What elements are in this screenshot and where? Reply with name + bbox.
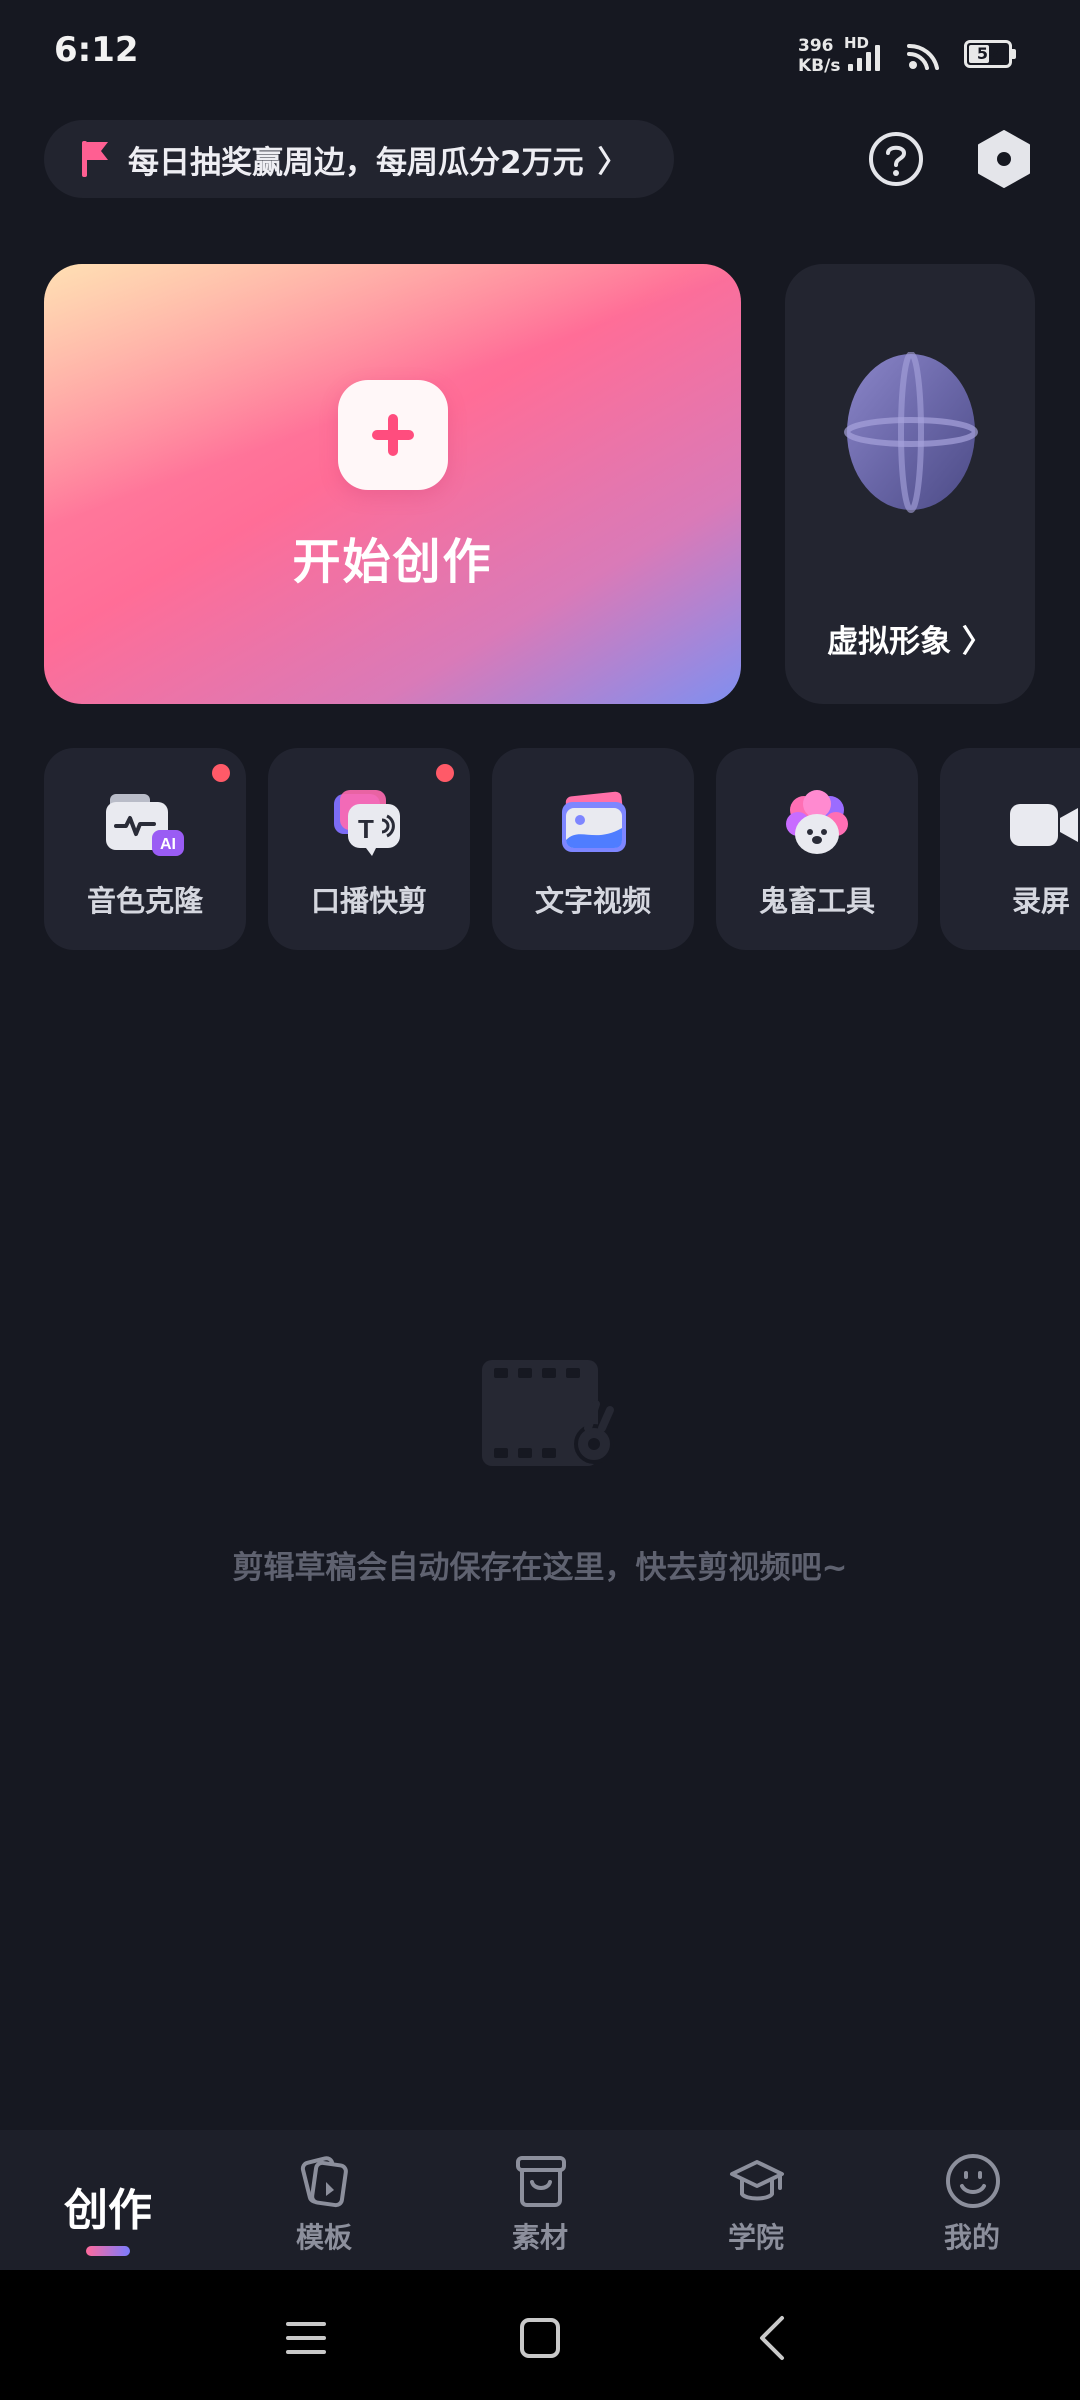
notification-dot: [212, 764, 230, 782]
active-indicator: [86, 2246, 130, 2256]
nav-templates[interactable]: 模板: [216, 2130, 432, 2270]
tool-label: 文字视频: [534, 884, 651, 918]
nav-profile[interactable]: 我的: [864, 2130, 1080, 2270]
svg-text:AI: AI: [160, 836, 176, 853]
virtual-avatar-card[interactable]: 虚拟形象 〉: [785, 264, 1035, 704]
settings-icon[interactable]: [974, 128, 1034, 190]
promo-banner[interactable]: 每日抽奖赢周边，每周瓜分2万元 〉: [44, 120, 674, 198]
voice-clone-icon: AI: [106, 794, 184, 856]
empty-drafts-text: 剪辑草稿会自动保存在这里，快去剪视频吧~: [232, 1550, 848, 1586]
virtual-avatar-label: 虚拟形象 〉: [827, 624, 993, 660]
nav-label: 我的: [943, 2221, 1000, 2254]
film-scissors-icon: [482, 1360, 614, 1466]
notification-dot: [436, 764, 454, 782]
tool-screen-record[interactable]: 录屏: [940, 748, 1080, 950]
status-bar: 6:12 396 KB/s HD 52: [0, 0, 1080, 110]
nav-label: 模板: [295, 2221, 352, 2254]
plus-icon: [338, 380, 448, 490]
system-nav-bar: [0, 2270, 1080, 2400]
help-icon[interactable]: [868, 131, 924, 187]
nav-label: 素材: [511, 2221, 568, 2254]
image-text-icon: [562, 791, 626, 852]
chevron-right-icon: 〉: [597, 145, 628, 180]
battery-level: 52: [976, 44, 1000, 63]
talking-text-icon: T: [334, 790, 400, 856]
network-speed-value: 396: [798, 36, 834, 56]
flag-icon: [82, 141, 108, 177]
nav-label: 创作: [64, 2185, 152, 2236]
status-time: 6:12: [54, 30, 139, 70]
tool-label: 鬼畜工具: [758, 884, 875, 918]
tool-voice-clone[interactable]: AI 音色克隆: [44, 748, 246, 950]
network-speed-unit: KB/s: [798, 56, 841, 76]
video-camera-icon: [1010, 804, 1078, 846]
battery-icon: 52: [964, 40, 1012, 68]
wifi-icon: [907, 43, 939, 70]
tool-label: 录屏: [1011, 884, 1070, 918]
network-speed: 396 KB/s: [798, 36, 840, 76]
start-create-card[interactable]: 开始创作: [44, 264, 741, 704]
tool-talking-edit[interactable]: T 口播快剪: [268, 748, 470, 950]
nav-materials[interactable]: 素材: [432, 2130, 648, 2270]
avatar-head-icon: [844, 352, 978, 513]
tool-label: 口播快剪: [310, 884, 427, 918]
template-cards-icon: [300, 2156, 348, 2208]
tools-row: AI 音色克隆 T 口播快剪 文字视频 鬼畜工具 录屏: [44, 748, 1080, 950]
tool-label: 音色克隆: [86, 884, 203, 918]
start-create-label: 开始创作: [292, 534, 493, 590]
battery-tip: [1012, 49, 1016, 59]
promo-text: 每日抽奖赢周边，每周瓜分2万元: [128, 144, 584, 181]
tool-text-video[interactable]: 文字视频: [492, 748, 694, 950]
store-icon: [516, 2156, 566, 2207]
tool-kichiku[interactable]: 鬼畜工具: [716, 748, 918, 950]
nav-label: 学院: [727, 2221, 784, 2254]
nav-academy[interactable]: 学院: [648, 2130, 864, 2270]
bottom-nav: 创作 模板 素材 学院 我的: [0, 2130, 1080, 2270]
smile-icon: [946, 2154, 1000, 2208]
nav-create[interactable]: 创作: [0, 2130, 216, 2270]
home-square-icon[interactable]: [512, 2310, 568, 2366]
back-chevron-icon[interactable]: [746, 2310, 802, 2366]
svg-text:T: T: [358, 814, 374, 844]
menu-icon[interactable]: [278, 2310, 334, 2366]
cute-face-icon: [786, 790, 848, 854]
signal-icon: [848, 45, 880, 71]
graduation-cap-icon: [730, 2160, 784, 2201]
